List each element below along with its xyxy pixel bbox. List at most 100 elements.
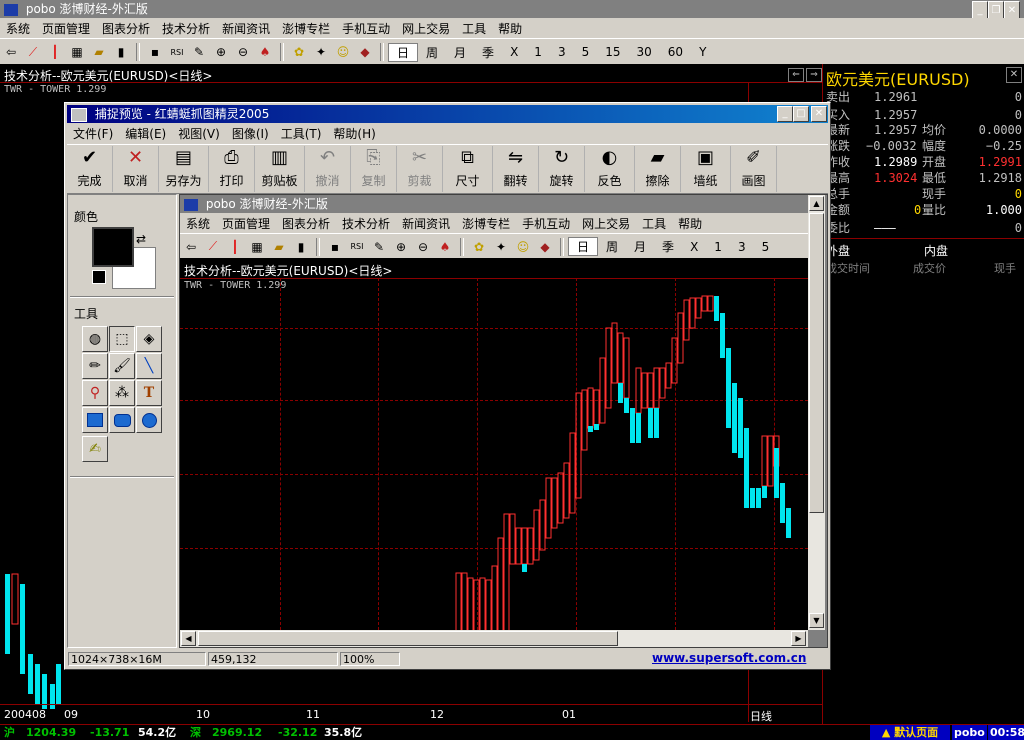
foreground-color-swatch[interactable] [92,227,134,267]
finish-button[interactable]: ✔ 完成 [67,146,113,192]
period-15[interactable]: 15 [597,45,628,59]
period-week[interactable]: 周 [418,44,446,61]
capture-menu-image[interactable]: 图像(I) [226,125,275,142]
inner-tower-chart [455,295,791,630]
gear-icon[interactable]: ✿ [290,43,308,61]
line-tool-icon[interactable]: ╲ [136,353,162,379]
page-icon[interactable]: ▮ [112,43,130,61]
line-chart-icon[interactable]: ⟋ [24,43,42,61]
tower-bar [569,432,576,514]
smiley-icon[interactable]: ☺ [334,43,352,61]
period-day[interactable]: 日 [388,42,419,62]
rectangle-tool-icon[interactable] [82,407,108,433]
scroll-left-icon[interactable]: ◀ [181,631,196,646]
menu-chart-analysis[interactable]: 图表分析 [96,20,156,37]
zoom-in-icon[interactable]: ⊕ [212,43,230,61]
info-icon[interactable]: ▪ [146,43,164,61]
tower-bar [479,577,486,630]
ellipse-tool-icon[interactable] [136,407,162,433]
menu-online-trade[interactable]: 网上交易 [396,20,456,37]
menu-news[interactable]: 新闻资讯 [216,20,276,37]
period-1[interactable]: 1 [526,45,550,59]
swap-color-icon[interactable]: ⇄ [136,232,146,246]
select-rect-tool-icon[interactable]: ⬚ [109,326,135,352]
tower-bar [701,295,708,312]
scroll-up-icon[interactable]: ▲ [809,196,824,211]
capture-menu-view[interactable]: 视图(V) [172,125,226,142]
alarm-bell-icon[interactable]: ♠ [256,43,274,61]
rotate-button[interactable]: ↻ 旋转 [539,146,585,192]
scroll-right-icon[interactable]: ▶ [791,631,806,646]
crop-button[interactable]: ✂ 剪裁 [397,146,443,192]
period-y[interactable]: Y [691,45,714,59]
globe-tool-icon[interactable]: ◍ [82,326,108,352]
capture-minimize-button[interactable]: _ [777,106,793,122]
text-tool-icon[interactable]: T [136,380,162,406]
erase-button[interactable]: ▰ 擦除 [635,146,681,192]
spray-tool-icon[interactable]: ⁂ [109,380,135,406]
vertical-scroll-thumb[interactable] [809,213,824,513]
capture-menu-help[interactable]: 帮助(H) [327,125,381,142]
default-page-button[interactable]: ▲ 默认页面 [870,725,950,740]
fill-bucket-tool-icon[interactable]: ◈ [136,326,162,352]
paint-button[interactable]: ✐ 画图 [731,146,777,192]
table-icon[interactable]: ▦ [68,43,86,61]
menu-mobile[interactable]: 手机互动 [336,20,396,37]
rsi-icon[interactable]: RSI [168,43,186,61]
tower-bar [581,389,588,451]
capture-close-button[interactable]: ✕ [811,106,827,122]
tool-icon[interactable]: ✦ [312,43,330,61]
scroll-down-icon[interactable]: ▼ [809,613,824,628]
flip-button[interactable]: ⇋ 翻转 [493,146,539,192]
period-60[interactable]: 60 [660,45,691,59]
rounded-rect-tool-icon[interactable] [109,407,135,433]
eyedropper-tool-icon[interactable]: ⚲ [82,380,108,406]
save-as-button[interactable]: ▤ 另存为 [159,146,209,192]
wallpaper-button[interactable]: ▣ 墙纸 [681,146,731,192]
next-icon[interactable]: ⇒ [806,68,822,82]
horizontal-scroll-thumb[interactable] [198,631,618,646]
cancel-button[interactable]: ✕ 取消 [113,146,159,192]
toolbar-separator [280,43,284,61]
checkmark-icon: ✔ [81,147,98,168]
capture-menu-edit[interactable]: 编辑(E) [119,125,172,142]
default-color-icon[interactable] [92,270,106,284]
prev-icon[interactable]: ⇐ [788,68,804,82]
pen-icon[interactable]: ✎ [190,43,208,61]
period-quarter[interactable]: 季 [474,44,502,61]
period-5[interactable]: 5 [574,45,598,59]
time-header: 成交时间 [826,262,870,275]
menu-tech-analysis[interactable]: 技术分析 [156,20,216,37]
pencil-tool-icon[interactable]: ✏ [82,353,108,379]
menu-page-mgmt[interactable]: 页面管理 [36,20,96,37]
brush-tool-icon[interactable]: 🖌 [109,353,135,379]
capture-menu-tools[interactable]: 工具(T) [275,125,328,142]
capture-maximize-button[interactable]: □ [793,106,809,122]
period-3[interactable]: 3 [550,45,574,59]
vertical-scrollbar[interactable]: ▲ ▼ [808,195,825,630]
book-icon[interactable]: ◆ [356,43,374,61]
copy-button[interactable]: ⎘ 复制 [351,146,397,192]
undo-button[interactable]: ↶ 撤消 [305,146,351,192]
print-button[interactable]: ⎙ 打印 [209,146,255,192]
menu-column[interactable]: 澎博专栏 [276,20,336,37]
highlighter-tool-icon[interactable]: ✍ [82,436,108,462]
zoom-out-icon[interactable]: ⊖ [234,43,252,61]
menu-help[interactable]: 帮助 [492,20,528,37]
capture-menu-file[interactable]: 文件(F) [67,125,119,142]
back-icon[interactable]: ⇦ [2,43,20,61]
period-month[interactable]: 月 [446,44,474,61]
clipboard-button[interactable]: ▥ 剪贴板 [255,146,305,192]
horizontal-scrollbar[interactable]: ◀ ▶ [180,630,808,647]
period-x[interactable]: X [502,45,526,59]
candle-chart-icon[interactable]: ┃ [46,43,64,61]
note-icon[interactable]: ▰ [90,43,108,61]
website-link[interactable]: www.supersoft.com.cn [652,651,806,665]
tower-bar [636,413,641,443]
period-30[interactable]: 30 [629,45,660,59]
quote-close-icon[interactable]: ✕ [1006,67,1022,83]
menu-system[interactable]: 系统 [0,20,36,37]
size-button[interactable]: ⧉ 尺寸 [443,146,493,192]
invert-button[interactable]: ◐ 反色 [585,146,635,192]
menu-tools[interactable]: 工具 [456,20,492,37]
